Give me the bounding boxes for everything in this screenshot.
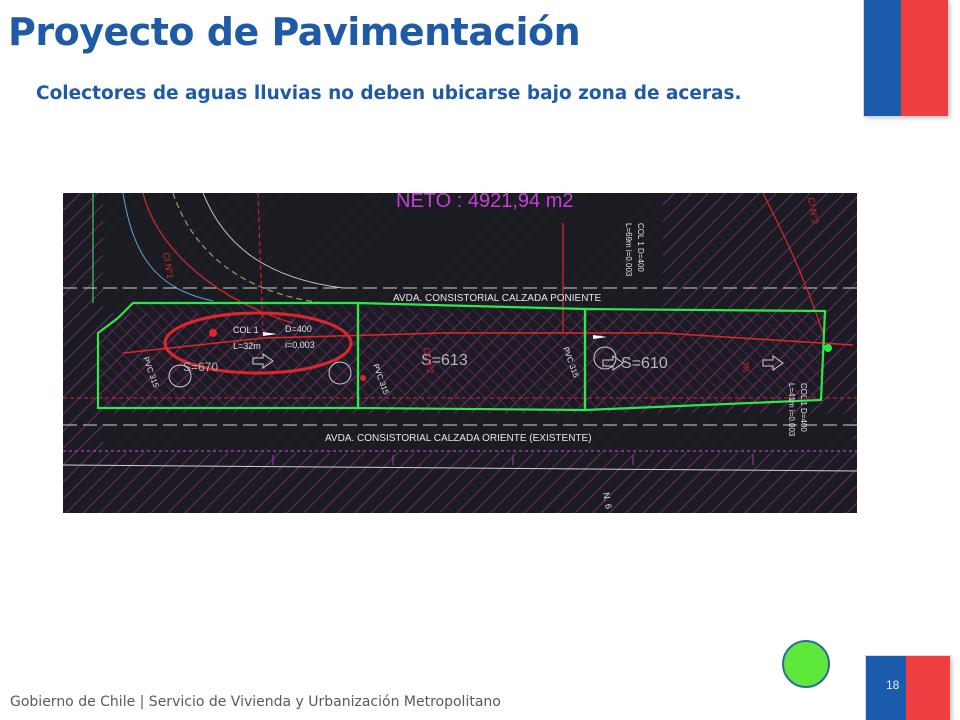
col-top-label-1: COL 1 D=400 xyxy=(636,223,645,272)
node-1 xyxy=(209,329,217,337)
highlight-l-label: L=32m xyxy=(233,341,261,351)
street-label-north: AVDA. CONSISTORIAL CALZADA PONIENTE xyxy=(393,293,602,304)
chile-flag-logo-top xyxy=(864,0,948,116)
highlight-d-label: D=400 xyxy=(285,324,312,334)
node-3 xyxy=(824,344,832,352)
chile-flag-logo-bottom xyxy=(866,656,950,720)
footer-text: Gobierno de Chile | Servicio de Vivienda… xyxy=(10,694,501,710)
lot-1-hatch xyxy=(98,303,358,408)
cad-plan-image: NETO : 4921,94 m2 AVDA. CONSISTORIAL CAL… xyxy=(63,193,857,513)
col-right-label-2: L=41m i=0.003 xyxy=(787,383,796,437)
neto-area-label: NETO : 4921,94 m2 xyxy=(396,193,574,212)
flag-red-band xyxy=(901,0,948,116)
page-number: 18 xyxy=(886,678,900,692)
col-top-label-2: L=69m i=0.003 xyxy=(624,223,633,277)
page-subtitle: Colectores de aguas lluvias no deben ubi… xyxy=(36,83,742,104)
slope-label: 3% xyxy=(741,361,750,373)
col-right-label-1: COL 1 D=400 xyxy=(799,383,808,432)
highlight-i-label: i=0.003 xyxy=(285,340,315,350)
flag-red-band xyxy=(906,656,950,720)
highlight-col-label: COL 1 xyxy=(233,325,259,335)
lot-2-hatch xyxy=(358,305,585,410)
flag-blue-band xyxy=(864,0,901,116)
area-label-610: S=610 xyxy=(621,355,668,372)
street-label-south: AVDA. CONSISTORIAL CALZADA ORIENTE (EXIS… xyxy=(325,433,592,444)
page-title: Proyecto de Pavimentación xyxy=(8,10,581,54)
green-indicator-circle xyxy=(782,640,830,688)
node-2 xyxy=(360,375,366,381)
area-label-670: S=670 xyxy=(183,360,218,374)
